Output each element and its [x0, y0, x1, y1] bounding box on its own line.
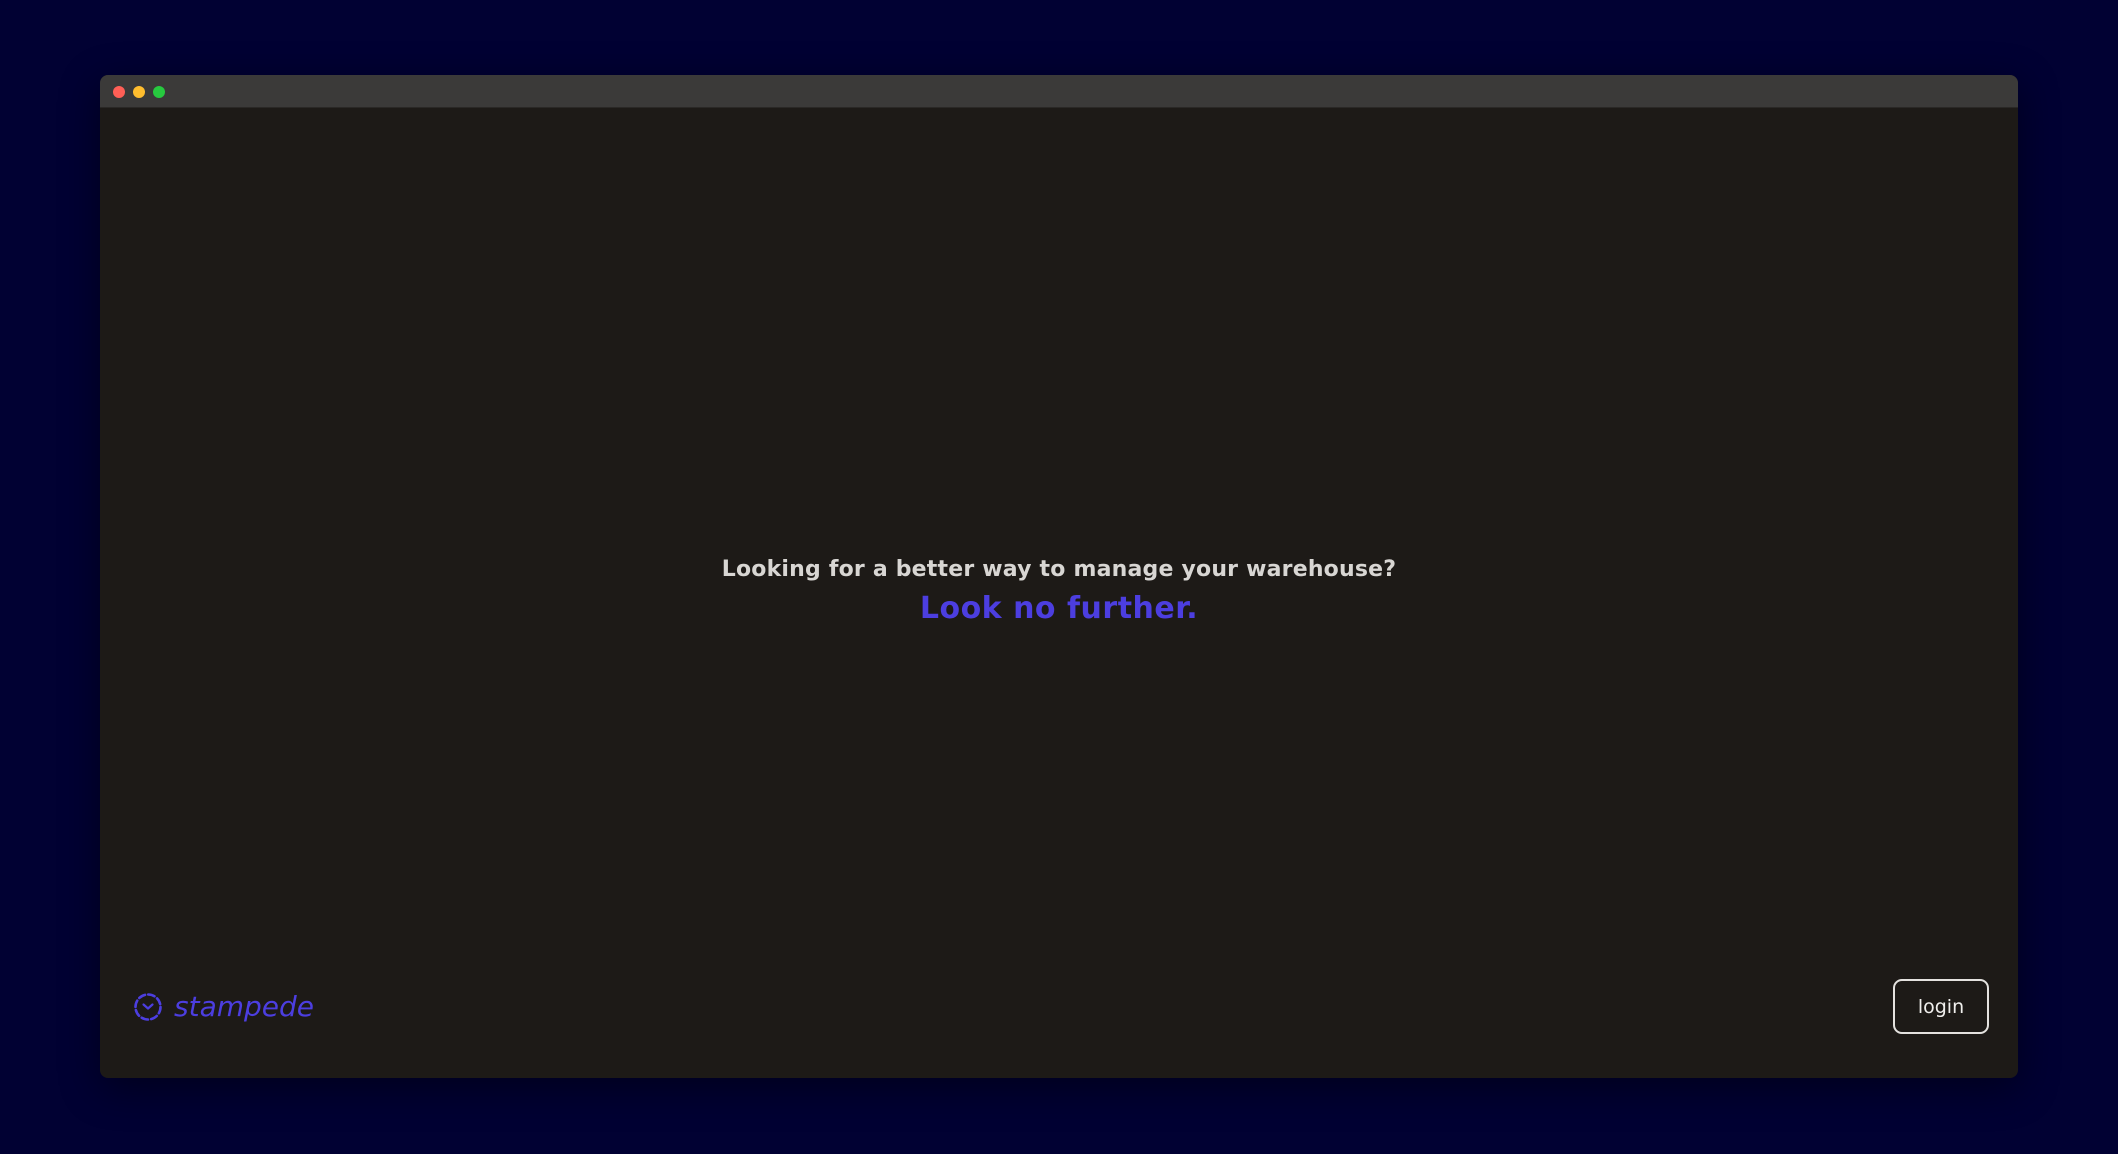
- window-minimize-button[interactable]: [133, 86, 145, 98]
- app-window: Looking for a better way to manage your …: [100, 75, 2018, 1078]
- brand-name: stampede: [174, 990, 314, 1023]
- brand-logo[interactable]: stampede: [132, 985, 314, 1029]
- window-maximize-button[interactable]: [153, 86, 165, 98]
- window-close-button[interactable]: [113, 86, 125, 98]
- window-titlebar: [100, 75, 2018, 108]
- hero-question: Looking for a better way to manage your …: [721, 557, 1397, 582]
- login-button[interactable]: login: [1893, 979, 1989, 1034]
- dashed-circle-logo-icon: [134, 993, 162, 1021]
- hero-tagline: Look no further.: [919, 591, 1199, 626]
